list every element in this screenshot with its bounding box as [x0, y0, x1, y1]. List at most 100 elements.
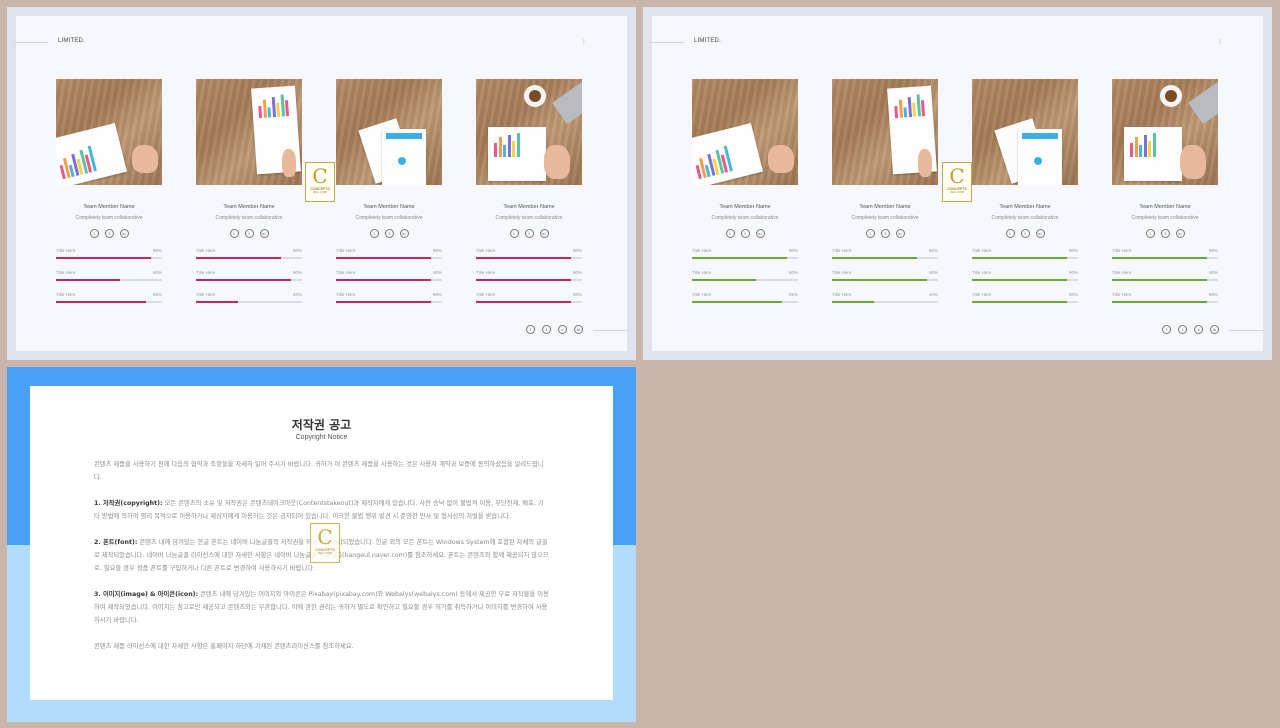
skill-percent: 60% [152, 270, 162, 275]
skill-title: Title Here [476, 248, 496, 253]
menu-dots-icon[interactable]: ⁝ [583, 38, 585, 46]
skill-bar: Title Here 90% [972, 248, 1078, 260]
slide-thumbnail-copyright[interactable]: 저작권 공고 Copyright Notice 콘텐츠 제품을 사용하기 전에 … [7, 367, 636, 722]
linkedin-icon[interactable]: in [755, 229, 765, 238]
skill-bar: Title Here 80% [832, 248, 938, 260]
member-social-links: t f in [692, 229, 798, 238]
skill-track [56, 279, 162, 281]
skill-percent: 85% [152, 292, 162, 297]
skill-fill [196, 301, 239, 303]
skill-title: Title Here [972, 292, 992, 297]
linkedin-icon[interactable]: in [1210, 325, 1219, 334]
skill-track [972, 279, 1078, 281]
member-name: Team Member Name [83, 204, 135, 210]
linkedin-icon[interactable]: in [574, 325, 583, 334]
team-member-card: Team Member Name Completely team collabor… [476, 79, 582, 304]
slide-thumbnail-green[interactable]: LIMITED. ⁝ Team Member Name Completely te… [643, 7, 1272, 360]
twitter-icon[interactable]: t [229, 229, 239, 238]
member-role: Completely team collaborative [851, 215, 919, 221]
skill-bar: Title Here 90% [972, 270, 1078, 282]
team-member-card: Team Member Name Completely team collabor… [1112, 79, 1218, 304]
vimeo-icon[interactable]: v [1194, 325, 1203, 334]
twitter-icon[interactable]: t [542, 325, 551, 334]
skill-bar: Title Here 90% [336, 270, 442, 282]
skill-title: Title Here [1112, 248, 1132, 253]
facebook-icon[interactable]: f [1162, 325, 1171, 334]
skill-track [56, 257, 162, 259]
paper-sheet [56, 123, 127, 185]
skill-track [1112, 257, 1218, 259]
twitter-icon[interactable]: t [865, 229, 875, 238]
member-role: Completely team collaborative [495, 215, 563, 221]
hand-shape [918, 149, 932, 177]
twitter-icon[interactable]: t [1005, 229, 1015, 238]
twitter-icon[interactable]: t [509, 229, 519, 238]
watermark-logo: C CONCEPTS REAL CORP [942, 162, 972, 202]
member-social-links: t f in [1112, 229, 1218, 238]
notice-section-image: 3. 이미지(image) & 아이콘(icon): 콘텐츠 내에 담겨있는 이… [94, 591, 549, 624]
vimeo-icon[interactable]: v [558, 325, 567, 334]
skill-title: Title Here [832, 292, 852, 297]
skill-track [692, 301, 798, 303]
skill-percent: 80% [292, 248, 302, 253]
member-photo [56, 79, 162, 185]
slide-thumbnail-red[interactable]: LIMITED. ⁝ Team Member Name Completely te… [7, 7, 636, 360]
skill-title: Title Here [692, 292, 712, 297]
skill-bar: Title Here 80% [196, 248, 302, 260]
member-photo [832, 79, 938, 185]
twitter-icon[interactable]: t [89, 229, 99, 238]
linkedin-icon[interactable]: in [895, 229, 905, 238]
member-role: Completely team collaborative [215, 215, 283, 221]
facebook-icon[interactable]: f [880, 229, 890, 238]
linkedin-icon[interactable]: in [399, 229, 409, 238]
skill-bar: Title Here 60% [56, 270, 162, 282]
notice-outro: 콘텐츠 제품 라이선스에 대한 자세한 사항은 홈페이지 하단에 기재된 콘텐츠… [94, 643, 354, 650]
skill-bar: Title Here 40% [832, 292, 938, 304]
laptop-shape [552, 79, 582, 125]
team-member-card: Team Member Name Completely team collabor… [56, 79, 162, 304]
skill-title: Title Here [692, 248, 712, 253]
linkedin-icon[interactable]: in [539, 229, 549, 238]
skill-track [832, 279, 938, 281]
linkedin-icon[interactable]: in [1175, 229, 1185, 238]
skill-fill [196, 279, 292, 281]
facebook-icon[interactable]: f [104, 229, 114, 238]
skill-title: Title Here [56, 248, 76, 253]
twitter-icon[interactable]: t [369, 229, 379, 238]
skill-title: Title Here [832, 248, 852, 253]
skill-track [692, 257, 798, 259]
facebook-icon[interactable]: f [244, 229, 254, 238]
skill-percent: 60% [788, 270, 798, 275]
skill-fill [336, 257, 432, 259]
skill-fill [832, 301, 875, 303]
skill-bar: Title Here 90% [692, 248, 798, 260]
member-social-links: t f in [56, 229, 162, 238]
member-social-links: t f in [476, 229, 582, 238]
skill-title: Title Here [56, 270, 76, 275]
twitter-icon[interactable]: t [725, 229, 735, 238]
menu-dots-icon[interactable]: ⁝ [1219, 38, 1221, 46]
facebook-icon[interactable]: f [524, 229, 534, 238]
facebook-icon[interactable]: f [740, 229, 750, 238]
paper-sheet [692, 123, 763, 185]
skill-bar: Title Here 90% [476, 270, 582, 282]
brand-label: LIMITED. [694, 38, 721, 44]
skill-title: Title Here [336, 270, 356, 275]
skill-percent: 90% [1068, 292, 1078, 297]
linkedin-icon[interactable]: in [119, 229, 129, 238]
facebook-icon[interactable]: f [1020, 229, 1030, 238]
linkedin-icon[interactable]: in [1035, 229, 1045, 238]
skill-percent: 90% [1068, 248, 1078, 253]
twitter-icon[interactable]: t [1178, 325, 1187, 334]
member-role: Completely team collaborative [355, 215, 423, 221]
paper-sheet [1124, 127, 1182, 181]
skill-bar: Title Here 90% [476, 292, 582, 304]
facebook-icon[interactable]: f [526, 325, 535, 334]
linkedin-icon[interactable]: in [259, 229, 269, 238]
twitter-icon[interactable]: t [1145, 229, 1155, 238]
facebook-icon[interactable]: f [384, 229, 394, 238]
facebook-icon[interactable]: f [1160, 229, 1170, 238]
skill-track [692, 279, 798, 281]
skill-title: Title Here [692, 270, 712, 275]
skill-title: Title Here [56, 292, 76, 297]
